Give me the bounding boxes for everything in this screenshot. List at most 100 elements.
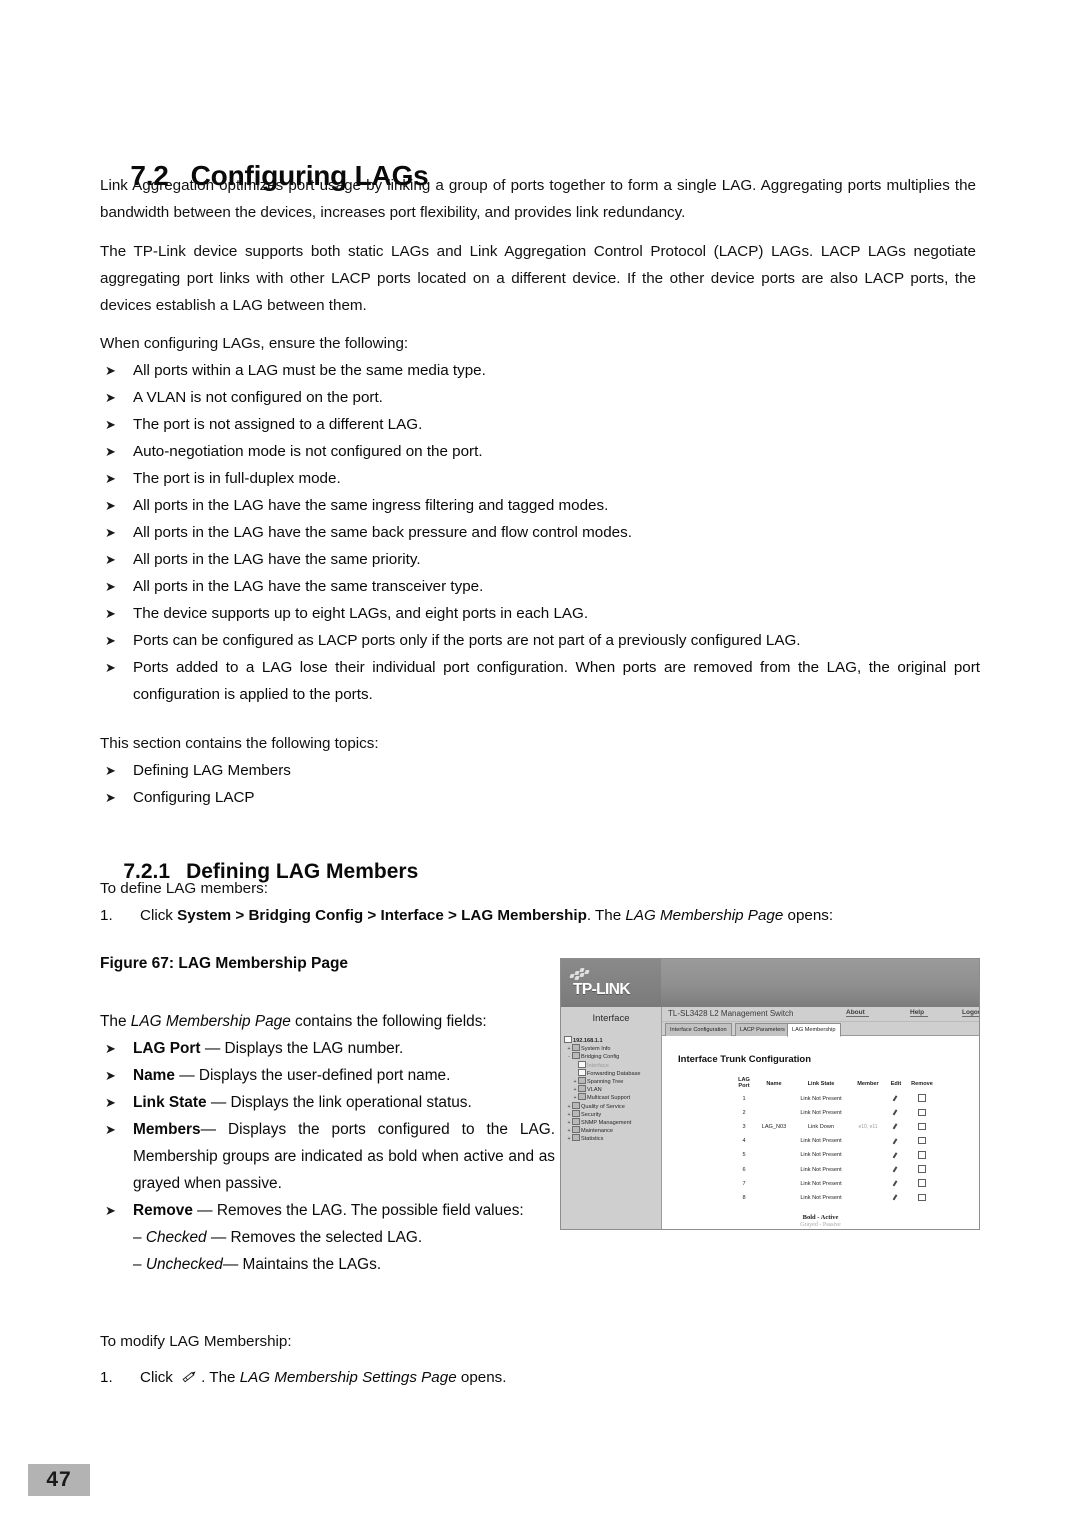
remove-checkbox[interactable] [918, 1179, 926, 1187]
modify-lead: To modify LAG Membership: [100, 1333, 292, 1350]
remove-checkbox[interactable] [918, 1193, 926, 1202]
cell-edit[interactable] [886, 1135, 906, 1149]
cell-link-state: Link Not Present [800, 1194, 842, 1201]
cell-edit[interactable] [886, 1106, 906, 1120]
tplink-brand-label: TP-LINK [573, 981, 631, 998]
page-name-ref: LAG Membership Page [625, 907, 784, 924]
edit-pencil-icon[interactable] [892, 1165, 900, 1173]
remove-checkbox[interactable] [918, 1165, 926, 1173]
cell-remove[interactable] [906, 1092, 938, 1106]
step-prefix: Click [140, 1369, 178, 1386]
cell-edit[interactable] [886, 1191, 906, 1205]
logout-link[interactable]: Logout [962, 1009, 979, 1017]
tree-item-snmp-management[interactable]: + SNMP Management [564, 1117, 661, 1126]
tree-node-icon [572, 1052, 580, 1060]
edit-pencil-icon[interactable] [892, 1150, 900, 1158]
table-row: 4 Link Not Present [732, 1135, 938, 1149]
field-term: Members [133, 1121, 201, 1138]
figure-main-pane: TL-SL3428 L2 Management Switch About Hel… [662, 1007, 979, 1229]
tree-item-interface[interactable]: Interface [564, 1060, 661, 1069]
field-desc: — Displays the LAG number. [200, 1040, 404, 1057]
tree-item-vlan[interactable]: + VLAN [564, 1085, 661, 1093]
tree-item-quality-of-service[interactable]: + Quality of Service [564, 1101, 661, 1110]
edit-pencil-icon[interactable] [892, 1179, 900, 1187]
cell-edit[interactable] [886, 1120, 906, 1134]
tree-item-forwarding-database[interactable]: Forwarding Database [564, 1068, 661, 1077]
remove-checkbox[interactable] [918, 1094, 926, 1102]
edit-pencil-icon[interactable] [892, 1122, 900, 1130]
arrow-bullet-icon: ➤ [105, 552, 116, 567]
remove-checkbox[interactable] [918, 1151, 926, 1159]
cell-remove[interactable] [906, 1149, 938, 1163]
figure-caption: Figure 67: LAG Membership Page [100, 955, 349, 972]
arrow-bullet-icon: ➤ [105, 660, 116, 675]
tree-item-root[interactable]: 192.168.1.1 [564, 1036, 661, 1044]
list-item-label: Configuring LACP [133, 789, 255, 806]
cell-remove[interactable] [906, 1135, 938, 1149]
figure-logo-pane: TP-LINK [561, 959, 661, 1007]
cell-edit[interactable] [886, 1163, 906, 1177]
help-link[interactable]: Help [910, 1009, 929, 1017]
cell-remove[interactable] [906, 1177, 938, 1191]
edit-pencil-icon[interactable] [892, 1108, 900, 1116]
table-row: 5 Link Not Present [732, 1149, 938, 1163]
arrow-bullet-icon: ➤ [105, 633, 116, 648]
remove-checkbox[interactable] [918, 1136, 926, 1145]
page-number: 47 [46, 1468, 72, 1491]
tree-item-bridging-config[interactable]: - Bridging Config [564, 1052, 661, 1060]
arrow-bullet-icon: ➤ [105, 790, 116, 805]
list-item: ➤ Defining LAG Members [100, 757, 980, 784]
tree-item-spanning-tree[interactable]: + Spanning Tree [564, 1076, 661, 1085]
table-header-row: LAG Port Name Link State Member Edit Remo… [732, 1077, 938, 1092]
arrow-bullet-icon: ➤ [105, 498, 116, 513]
tree-node-icon [572, 1126, 580, 1134]
cell-remove[interactable] [906, 1106, 938, 1120]
about-link[interactable]: About [846, 1009, 869, 1017]
cell-remove[interactable] [906, 1120, 938, 1134]
col-lag-port: LAG Port [738, 1077, 750, 1089]
tree-item-multicast-support[interactable]: + Multicast Support [564, 1093, 661, 1101]
cell-member [850, 1149, 886, 1163]
arrow-bullet-icon: ➤ [105, 363, 116, 378]
cell-link-state: Link Not Present [800, 1180, 842, 1187]
tree-item-statistics[interactable]: + Statistics [564, 1134, 661, 1142]
cell-edit[interactable] [886, 1092, 906, 1106]
table-row: 8 Link Not Present [732, 1191, 938, 1205]
tree-item-system-info[interactable]: + System Info [564, 1044, 661, 1052]
tab-lacp-parameters[interactable]: LACP Parameters [735, 1023, 790, 1036]
cell-edit[interactable] [886, 1149, 906, 1163]
edit-pencil-icon[interactable] [892, 1094, 900, 1102]
cell-member [850, 1092, 886, 1106]
sidebar-title: Interface [561, 1007, 661, 1031]
tab-interface-configuration[interactable]: Interface Configuration [665, 1023, 732, 1036]
arrow-bullet-icon: ➤ [105, 1122, 116, 1137]
cell-lag-port: 5 [742, 1152, 746, 1159]
cell-edit[interactable] [886, 1177, 906, 1191]
list-item: ➤ A VLAN is not configured on the port. [100, 384, 980, 411]
cell-name [756, 1135, 792, 1149]
tree-item-label: SNMP Management [581, 1119, 632, 1126]
tree-node-icon [572, 1117, 580, 1125]
field-value-desc: — Removes the selected LAG. [206, 1229, 423, 1246]
field-desc: — Displays the user-defined port name. [174, 1067, 451, 1084]
table-row: 3 LAG_N03 Link Down e10, e11 [732, 1120, 938, 1134]
list-item: ➤ All ports in the LAG have the same ingr… [100, 492, 980, 519]
field-value-desc: — Maintains the LAGs. [222, 1256, 382, 1273]
cell-link-state: Link Not Present [800, 1109, 842, 1116]
list-item-label: The port is in full-duplex mode. [133, 470, 341, 487]
tree-item-security[interactable]: + Security [564, 1109, 661, 1118]
list-item: ➤ The device supports up to eight LAGs, a… [100, 600, 980, 627]
list-item-label: The port is not assigned to a different … [133, 416, 423, 433]
tree-item-label: Spanning Tree [587, 1078, 624, 1085]
remove-checkbox[interactable] [918, 1108, 926, 1117]
edit-pencil-icon[interactable] [892, 1193, 900, 1201]
cell-remove[interactable] [906, 1163, 938, 1177]
remove-checkbox[interactable] [918, 1122, 926, 1131]
cell-member [850, 1106, 886, 1120]
tab-lag-membership[interactable]: LAG Membership [787, 1023, 841, 1037]
tree-item-label: Bridging Config [581, 1054, 620, 1061]
edit-pencil-icon[interactable] [892, 1136, 900, 1144]
cell-remove[interactable] [906, 1191, 938, 1205]
list-item-label: All ports in the LAG have the same back … [133, 524, 632, 541]
tree-item-maintenance[interactable]: + Maintenance [564, 1126, 661, 1134]
